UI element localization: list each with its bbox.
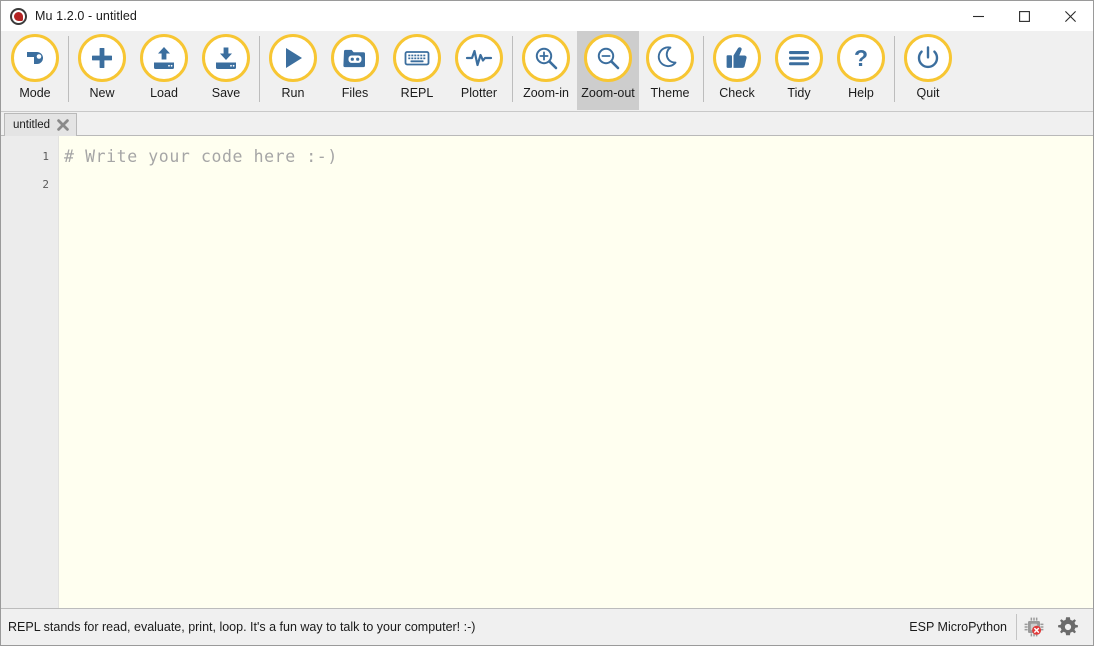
mu-editor-window: Mu 1.2.0 - untitled Mode New Load Save R… xyxy=(0,0,1094,646)
toolbar-label-repl: REPL xyxy=(400,86,434,100)
toolbar-label-new: New xyxy=(89,86,115,100)
theme-icon xyxy=(646,34,694,82)
files-icon xyxy=(331,34,379,82)
toolbar-label-run: Run xyxy=(281,86,305,100)
main-toolbar: Mode New Load Save Run Files REPL Plotte… xyxy=(1,31,1093,112)
toolbar-label-load: Load xyxy=(150,86,178,100)
toolbar-label-quit: Quit xyxy=(916,86,940,100)
minimize-icon xyxy=(972,15,984,17)
zoom-in-icon xyxy=(522,34,570,82)
toolbar-separator xyxy=(703,36,704,102)
tidy-icon xyxy=(775,34,823,82)
toolbar-label-tidy: Tidy xyxy=(787,86,811,100)
code-text-area[interactable]: # Write your code here :-) xyxy=(59,136,1093,608)
window-title: Mu 1.2.0 - untitled xyxy=(35,9,137,23)
title-bar-left: Mu 1.2.0 - untitled xyxy=(1,7,137,25)
new-icon xyxy=(78,34,126,82)
quit-icon xyxy=(904,34,952,82)
toolbar-button-theme[interactable]: Theme xyxy=(639,31,701,110)
toolbar-button-load[interactable]: Load xyxy=(133,31,195,110)
toolbar-button-run[interactable]: Run xyxy=(262,31,324,110)
maximize-button[interactable] xyxy=(1001,1,1047,31)
window-controls xyxy=(955,1,1093,31)
maximize-icon xyxy=(1018,10,1030,22)
toolbar-separator xyxy=(259,36,260,102)
plotter-icon xyxy=(455,34,503,82)
toolbar-button-plotter[interactable]: Plotter xyxy=(448,31,510,110)
toolbar-label-plotter: Plotter xyxy=(460,86,498,100)
toolbar-label-zoom-out: Zoom-out xyxy=(581,86,635,100)
tab-strip: untitled xyxy=(1,112,1093,136)
toolbar-label-help: Help xyxy=(848,86,874,100)
status-bar-right: ESP MicroPython xyxy=(909,612,1085,642)
device-status-button[interactable] xyxy=(1017,612,1051,642)
save-icon xyxy=(202,34,250,82)
svg-text:?: ? xyxy=(854,45,868,71)
run-icon xyxy=(269,34,317,82)
line-number: 2 xyxy=(42,178,49,191)
mu-logo-icon xyxy=(10,7,27,25)
toolbar-separator xyxy=(68,36,69,102)
toolbar-separator xyxy=(512,36,513,102)
status-bar: REPL stands for read, evaluate, print, l… xyxy=(1,609,1093,645)
toolbar-button-files[interactable]: Files xyxy=(324,31,386,110)
toolbar-button-save[interactable]: Save xyxy=(195,31,257,110)
settings-button[interactable] xyxy=(1051,612,1085,642)
gear-icon xyxy=(1058,617,1078,636)
toolbar-separator xyxy=(894,36,895,102)
minimize-button[interactable] xyxy=(955,1,1001,31)
toolbar-button-new[interactable]: New xyxy=(71,31,133,110)
toolbar-button-mode[interactable]: Mode xyxy=(4,31,66,110)
tab-close-icon[interactable] xyxy=(56,118,70,132)
microchip-disconnected-icon xyxy=(1024,617,1044,637)
toolbar-button-quit[interactable]: Quit xyxy=(897,31,959,110)
toolbar-button-zoom-in[interactable]: Zoom-in xyxy=(515,31,577,110)
toolbar-label-save: Save xyxy=(211,86,241,100)
current-mode-label[interactable]: ESP MicroPython xyxy=(909,620,1016,634)
toolbar-button-help[interactable]: ? Help xyxy=(830,31,892,110)
toolbar-label-mode: Mode xyxy=(19,86,51,100)
line-number: 1 xyxy=(42,150,49,163)
code-line: # Write your code here :-) xyxy=(64,147,338,166)
toolbar-button-zoom-out[interactable]: Zoom-out xyxy=(577,31,639,110)
mode-icon xyxy=(11,34,59,82)
status-message: REPL stands for read, evaluate, print, l… xyxy=(8,620,476,634)
check-icon xyxy=(713,34,761,82)
tab-label: untitled xyxy=(13,119,51,131)
close-button[interactable] xyxy=(1047,1,1093,31)
toolbar-label-files: Files xyxy=(341,86,369,100)
toolbar-button-repl[interactable]: REPL xyxy=(386,31,448,110)
code-editor[interactable]: 1 2 # Write your code here :-) xyxy=(1,136,1093,609)
line-number-gutter: 1 2 xyxy=(1,136,59,608)
toolbar-label-theme: Theme xyxy=(650,86,690,100)
title-bar: Mu 1.2.0 - untitled xyxy=(1,1,1093,31)
help-icon: ? xyxy=(837,34,885,82)
load-icon xyxy=(140,34,188,82)
toolbar-label-check: Check xyxy=(719,86,755,100)
repl-icon xyxy=(393,34,441,82)
zoom-out-icon xyxy=(584,34,632,82)
toolbar-label-zoom-in: Zoom-in xyxy=(523,86,569,100)
tab-untitled[interactable]: untitled xyxy=(4,113,78,136)
toolbar-button-check[interactable]: Check xyxy=(706,31,768,110)
close-icon xyxy=(1064,10,1076,22)
toolbar-button-tidy[interactable]: Tidy xyxy=(768,31,830,110)
